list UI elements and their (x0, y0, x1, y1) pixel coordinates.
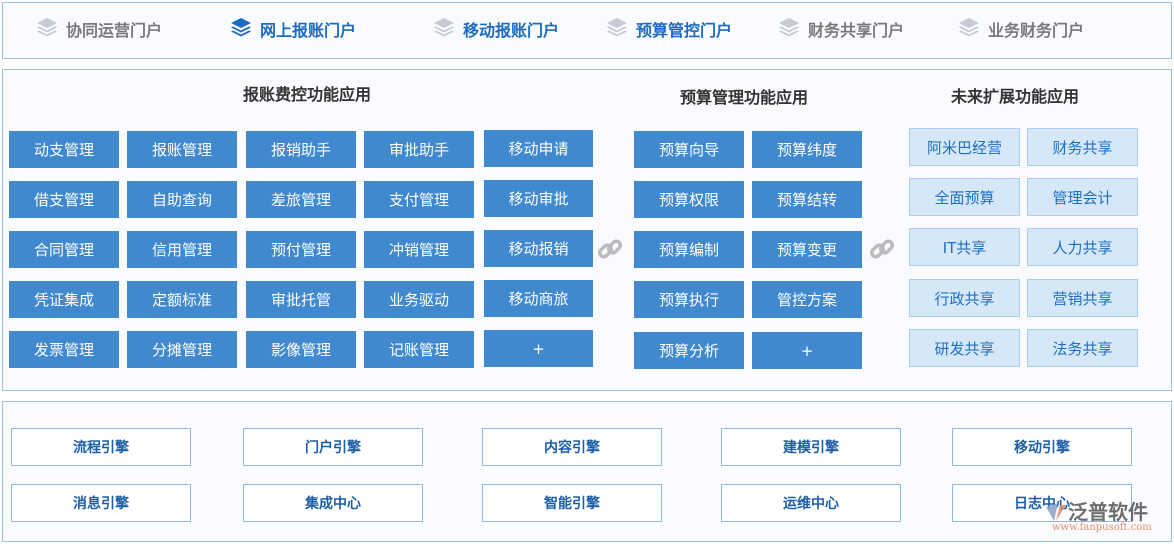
expense-button[interactable]: 报账管理 (127, 131, 237, 168)
future-button[interactable]: 营销共享 (1027, 279, 1138, 317)
nav-tab-4[interactable]: 财务共享门户 (778, 18, 904, 40)
expense-button[interactable]: 合同管理 (9, 231, 119, 268)
engine-button[interactable]: 运维中心 (721, 484, 901, 522)
engine-button[interactable]: 内容引擎 (482, 428, 662, 466)
engine-button[interactable]: 集成中心 (243, 484, 423, 522)
expense-button[interactable]: 凭证集成 (9, 281, 119, 318)
expense-button[interactable]: 预付管理 (246, 231, 356, 268)
budget-button[interactable]: 管控方案 (752, 281, 862, 318)
expense-button[interactable]: 审批助手 (364, 131, 474, 168)
engine-button[interactable]: 流程引擎 (11, 428, 191, 466)
expense-button[interactable]: 自助查询 (127, 181, 237, 218)
expense-button[interactable]: 支付管理 (364, 181, 474, 218)
budget-button[interactable]: 预算变更 (752, 231, 862, 268)
nav-tab-2[interactable]: 移动报账门户 (433, 18, 559, 40)
expense-button[interactable]: 报销助手 (246, 131, 356, 168)
future-button[interactable]: 人力共享 (1027, 228, 1138, 266)
nav-tab-5[interactable]: 业务财务门户 (958, 18, 1084, 40)
expense-button[interactable]: 影像管理 (246, 331, 356, 368)
future-button[interactable]: 法务共享 (1027, 329, 1138, 367)
future-button[interactable]: 全面预算 (909, 178, 1020, 216)
nav-tab-0[interactable]: 协同运营门户 (36, 18, 162, 40)
engine-button[interactable]: 智能引擎 (482, 484, 662, 522)
budget-button[interactable]: 预算执行 (634, 281, 744, 318)
expense-button[interactable]: 动支管理 (9, 131, 119, 168)
link-icon (597, 239, 623, 259)
section-title-expense: 报账费控功能应用 (242, 85, 372, 104)
engine-button[interactable]: 建模引擎 (721, 428, 901, 466)
future-button[interactable]: 财务共享 (1027, 128, 1138, 166)
layers-icon (230, 17, 260, 41)
layers-icon (36, 17, 66, 41)
fanpusoft-logo: 泛普软件 www.fanpusoft.com (1044, 496, 1152, 533)
expense-button[interactable]: 差旅管理 (246, 181, 356, 218)
budget-button[interactable]: 预算纬度 (752, 131, 862, 168)
expense-button[interactable]: 借支管理 (9, 181, 119, 218)
future-button[interactable]: 管理会计 (1027, 178, 1138, 216)
budget-button[interactable]: + (752, 332, 862, 369)
expense-button[interactable]: 审批托管 (246, 281, 356, 318)
nav-tab-3[interactable]: 预算管控门户 (606, 18, 732, 40)
budget-button[interactable]: 预算编制 (634, 231, 744, 268)
budget-button[interactable]: 预算分析 (634, 332, 744, 369)
budget-button[interactable]: 预算结转 (752, 181, 862, 218)
layers-icon (958, 17, 988, 41)
engine-button[interactable]: 门户引擎 (243, 428, 423, 466)
expense-button[interactable]: 信用管理 (127, 231, 237, 268)
link-icon (869, 239, 895, 259)
section-title-future: 未来扩展功能应用 (950, 87, 1080, 106)
budget-button[interactable]: 预算权限 (634, 181, 744, 218)
future-button[interactable]: 行政共享 (909, 279, 1020, 317)
mobile-button[interactable]: 移动审批 (484, 180, 593, 217)
expense-button[interactable]: 记账管理 (364, 331, 474, 368)
expense-button[interactable]: 分摊管理 (127, 331, 237, 368)
layers-icon (778, 17, 808, 41)
budget-button[interactable]: 预算向导 (634, 131, 744, 168)
engine-button[interactable]: 移动引擎 (952, 428, 1132, 466)
mobile-button[interactable]: 移动商旅 (484, 280, 593, 317)
future-button[interactable]: 阿米巴经营 (909, 128, 1020, 166)
expense-button[interactable]: 发票管理 (9, 331, 119, 368)
future-button[interactable]: IT共享 (909, 228, 1020, 266)
future-button[interactable]: 研发共享 (909, 329, 1020, 367)
mobile-button[interactable]: 移动申请 (484, 130, 593, 167)
layers-icon (606, 17, 636, 41)
expense-button[interactable]: 定额标准 (127, 281, 237, 318)
nav-tab-1[interactable]: 网上报账门户 (230, 18, 356, 40)
section-title-budget: 预算管理功能应用 (679, 88, 809, 107)
layers-icon (433, 17, 463, 41)
mobile-button[interactable]: + (484, 330, 593, 367)
expense-button[interactable]: 冲销管理 (364, 231, 474, 268)
expense-button[interactable]: 业务驱动 (364, 281, 474, 318)
mobile-button[interactable]: 移动报销 (484, 230, 593, 267)
engine-button[interactable]: 消息引擎 (11, 484, 191, 522)
